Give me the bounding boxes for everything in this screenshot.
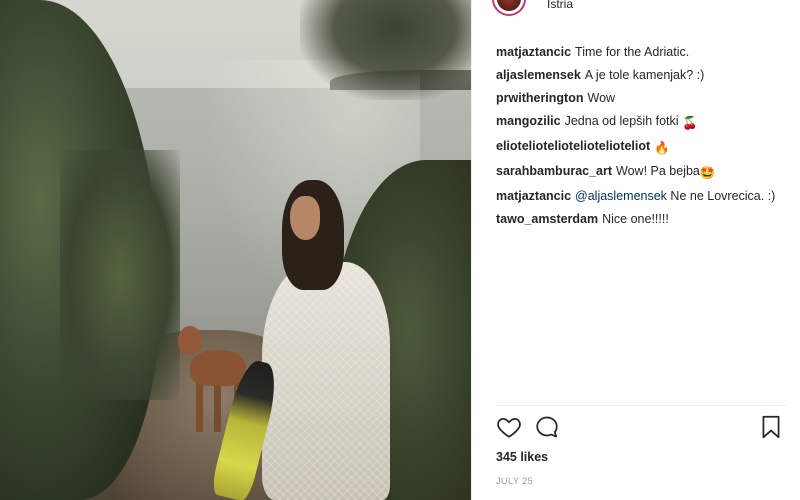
dog-leg [214, 380, 221, 432]
comment-username[interactable]: prwitherington [496, 91, 584, 105]
comment-text: A je tole kamenjak? :) [584, 68, 705, 82]
avatar[interactable] [492, 0, 526, 16]
comment-item: sarahbamburac_art Wow! Pa bejba🤩 [496, 163, 786, 181]
dog-head [178, 326, 202, 354]
save-button[interactable] [758, 414, 786, 442]
comment-text: Wow [587, 91, 616, 105]
comment-item: aljaslemensek A je tole kamenjak? :) [496, 67, 786, 83]
like-button[interactable] [496, 414, 524, 442]
star-struck-emoji: 🤩 [699, 166, 716, 180]
comment-username[interactable]: tawo_amsterdam [496, 212, 598, 226]
photo-pine-branch [300, 0, 471, 100]
dog-leg [196, 380, 203, 432]
photo-tree-left-branch [60, 150, 180, 400]
comment-item: elioteliotelioteliotelioteliot 🔥 [496, 138, 786, 156]
avatar-image [497, 0, 521, 11]
location-link[interactable]: Istria [547, 0, 573, 11]
comment-item: prwitherington Wow [496, 90, 786, 106]
like-count[interactable]: 345 likes [496, 450, 548, 464]
action-bar [496, 414, 786, 444]
dog-body [190, 350, 246, 386]
bookmark-icon [762, 415, 780, 439]
post-date[interactable]: JULY 25 [496, 476, 533, 486]
comment-username[interactable]: mangozilic [496, 114, 561, 128]
comment-text: Time for the Adriatic. [575, 45, 690, 59]
comment-text: Wow! Pa bejba [616, 164, 700, 178]
woman-face [290, 196, 320, 240]
comment-list: matjaztancic Time for the Adriatic. aljas… [496, 44, 786, 234]
comment-item: mangozilic Jedna od lepših fotki 🍒 [496, 113, 786, 131]
woman-dress [262, 262, 390, 500]
comment-button[interactable] [534, 414, 562, 442]
comment-item: tawo_amsterdam Nice one!!!!! [496, 211, 786, 227]
post-photo[interactable] [0, 0, 471, 500]
comment-username[interactable]: matjaztancic [496, 45, 571, 59]
comment-item: matjaztancic @aljaslemensek Ne ne Lovreci… [496, 188, 786, 204]
comment-text: Ne ne Lovrecica. :) [670, 189, 776, 203]
cherry-emoji: 🍒 [682, 116, 698, 130]
post-side-panel: Istria matjaztancic Time for the Adriatic… [471, 0, 800, 500]
comment-icon [536, 416, 558, 438]
comment-username[interactable]: sarahbamburac_art [496, 164, 612, 178]
comment-username[interactable]: elioteliotelioteliotelioteliot [496, 139, 650, 153]
comment-username[interactable]: matjaztancic [496, 189, 571, 203]
comment-text: Jedna od lepših fotki [564, 114, 679, 128]
comment-item: matjaztancic Time for the Adriatic. [496, 44, 786, 60]
post-header: Istria [472, 0, 800, 20]
comment-text: Nice one!!!!! [602, 212, 669, 226]
comment-username[interactable]: aljaslemensek [496, 68, 581, 82]
fire-emoji: 🔥 [654, 141, 670, 155]
divider [496, 405, 786, 406]
comment-mention[interactable]: @aljaslemensek [575, 189, 667, 203]
heart-icon [497, 418, 521, 438]
